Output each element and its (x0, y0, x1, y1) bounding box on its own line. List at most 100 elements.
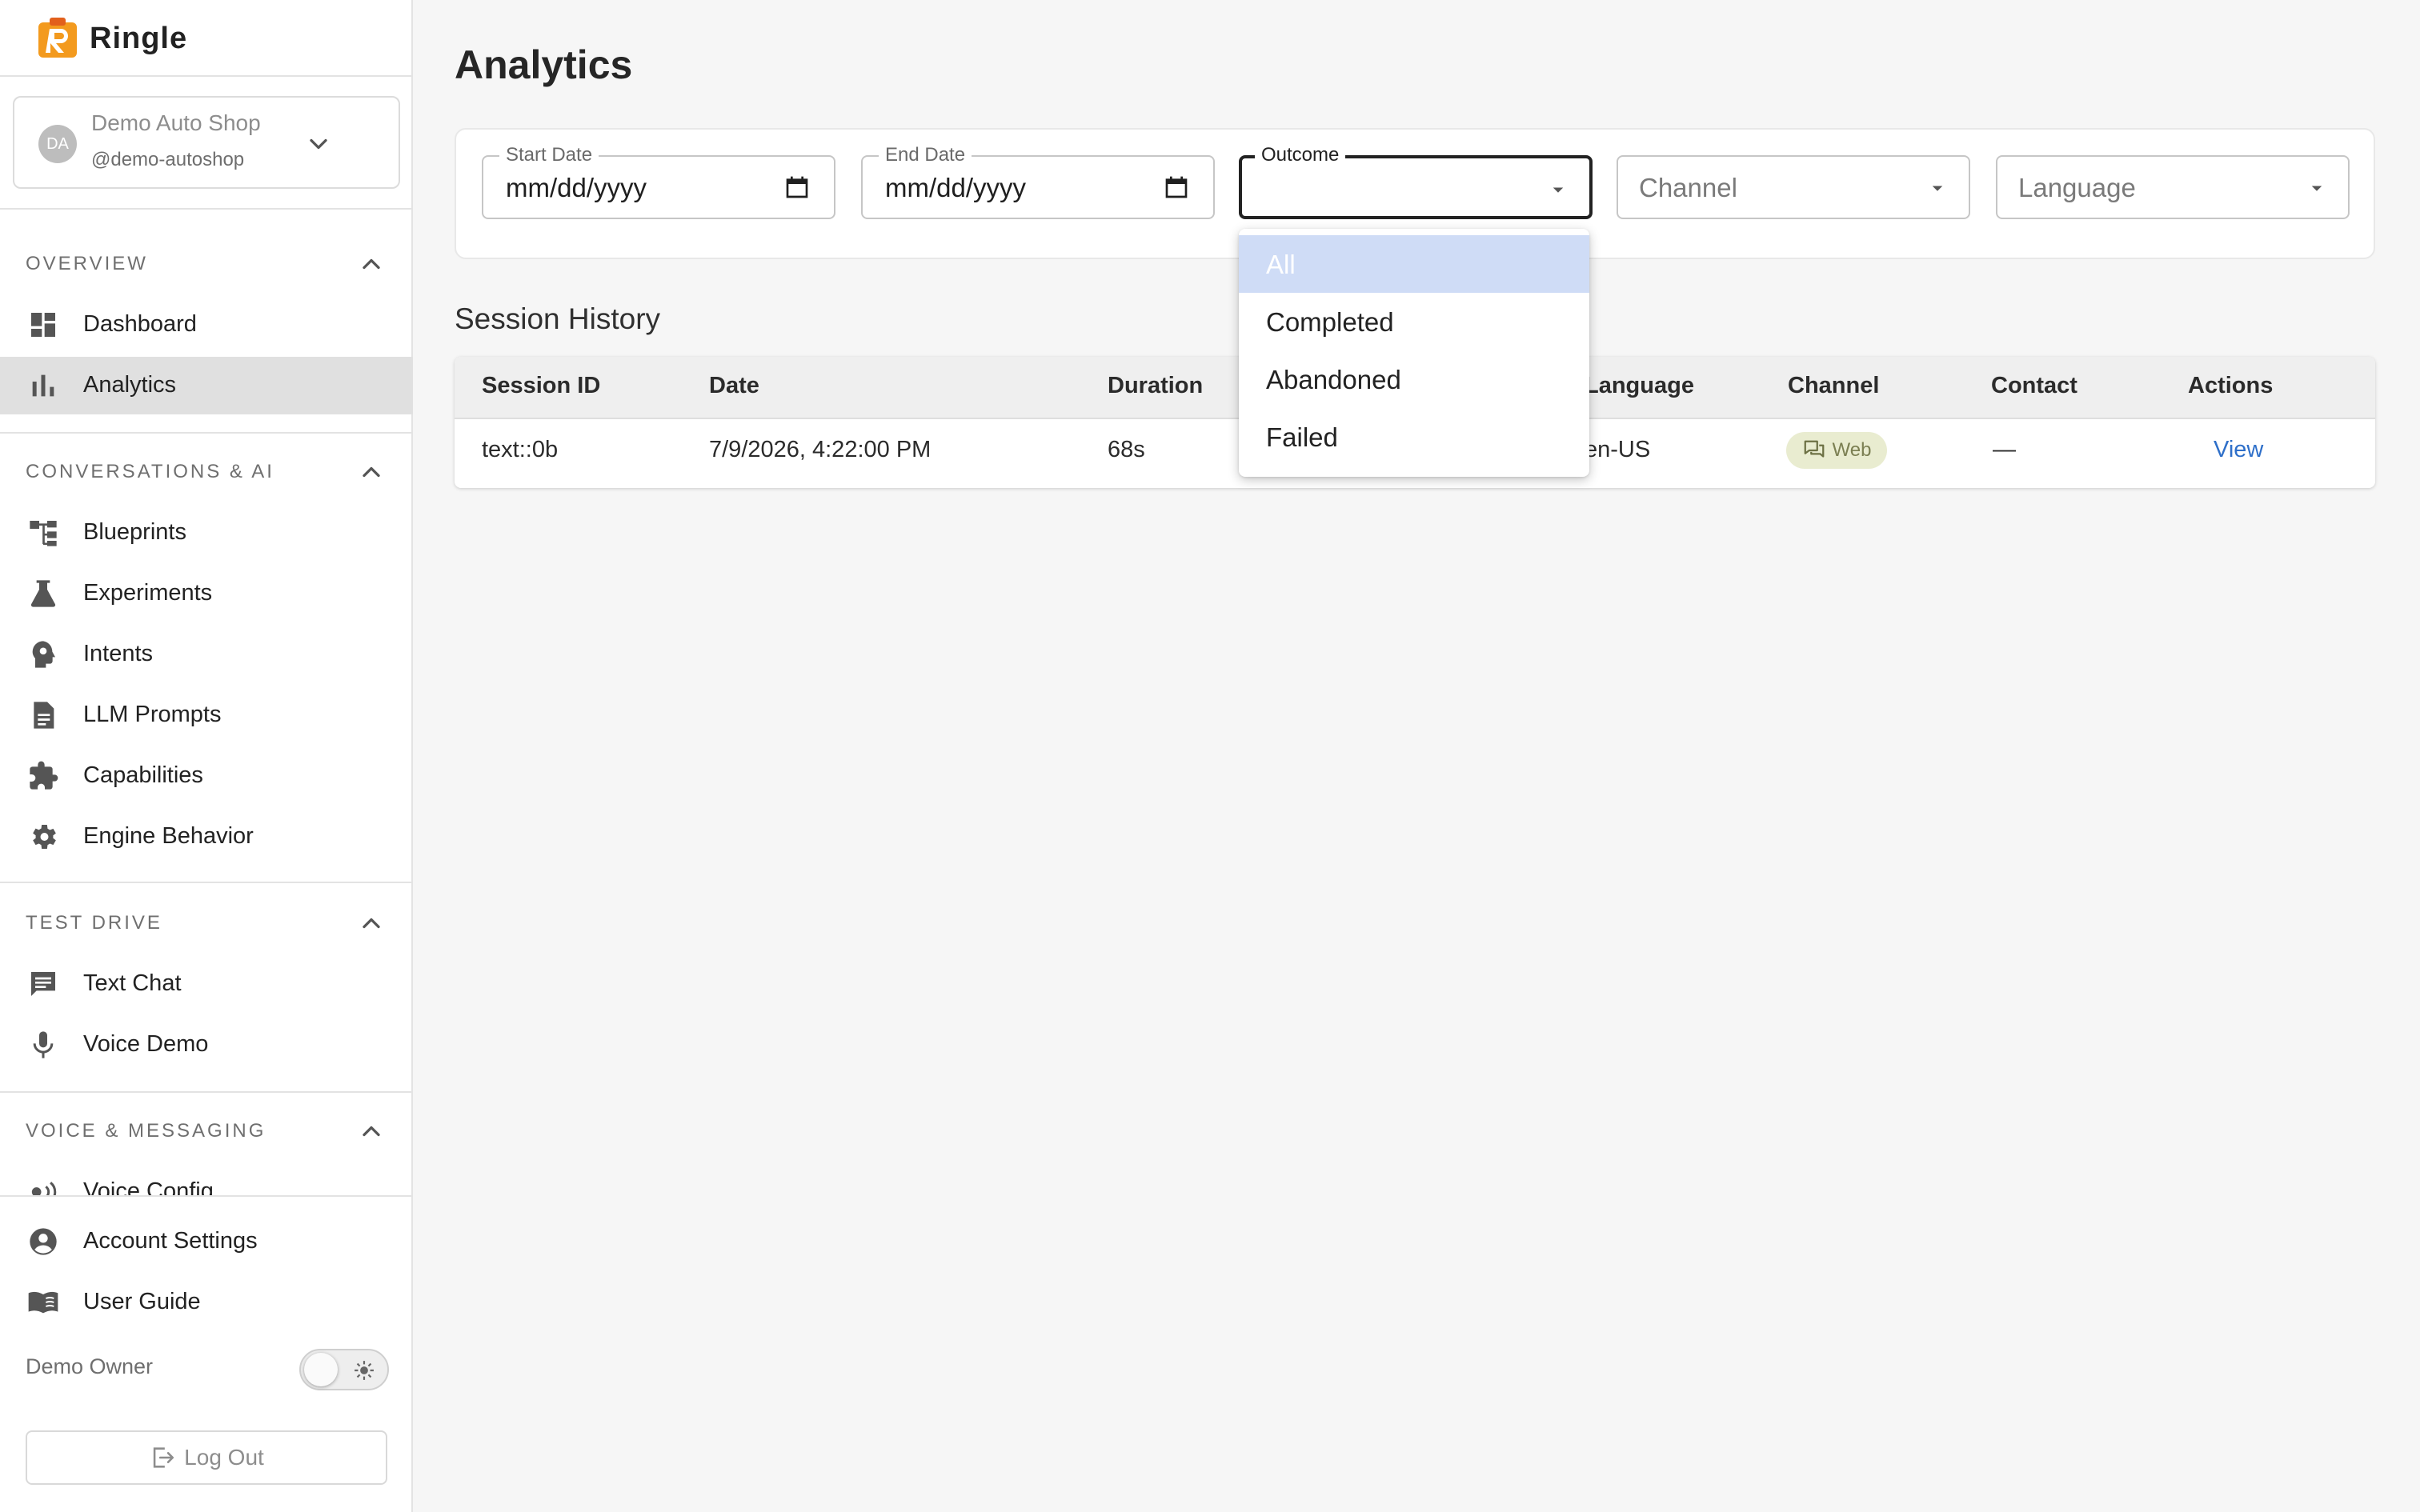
sidebar-item-experiments[interactable]: Experiments (0, 565, 413, 622)
start-date-label: Start Date (499, 144, 599, 166)
divider (0, 1091, 413, 1093)
sidebar-item-analytics[interactable]: Analytics (0, 357, 413, 414)
sidebar-item-label: Dashboard (83, 311, 197, 337)
end-date-field[interactable]: End Date mm/dd/yyyy (861, 144, 1215, 219)
theme-toggle[interactable] (299, 1349, 389, 1390)
end-date-label: End Date (879, 144, 972, 166)
session-history-title: Session History (455, 302, 661, 335)
account-settings-link[interactable]: Account Settings (0, 1213, 413, 1270)
column-header[interactable]: Session ID (482, 373, 600, 399)
channel-chip-label: Web (1832, 439, 1872, 461)
view-session-link[interactable]: View (2214, 437, 2263, 463)
gear-icon (33, 825, 56, 849)
option-label: Abandoned (1266, 365, 1401, 394)
column-header[interactable]: Date (709, 373, 759, 399)
channel-placeholder: Channel (1639, 173, 1737, 202)
calendar-icon[interactable] (784, 174, 810, 200)
sidebar-item-label: Blueprints (83, 519, 186, 545)
sidebar-item-label: Voice Demo (83, 1031, 209, 1057)
sidebar-item-capabilities[interactable]: Capabilities (0, 747, 413, 805)
sidebar-item-engine-behavior[interactable]: Engine Behavior (0, 808, 413, 866)
sidebar-item-voice-config[interactable]: Voice Config (0, 1168, 413, 1195)
chat-icon (31, 972, 55, 996)
logout-icon (153, 1447, 174, 1468)
calendar-icon[interactable] (1164, 174, 1189, 200)
psychology-head-icon (32, 641, 55, 668)
caret-down-icon (2311, 186, 2322, 191)
outcome-select[interactable]: Outcome (1239, 144, 1593, 219)
account-settings-label: Account Settings (83, 1228, 258, 1254)
outcome-option-abandoned[interactable]: Abandoned (1239, 350, 1589, 408)
sidebar-item-blueprints[interactable]: Blueprints (0, 504, 413, 562)
ringle-logo-icon (38, 18, 77, 58)
divider (0, 882, 413, 883)
owner-name: Demo Owner (26, 1354, 154, 1378)
language-placeholder: Language (2018, 173, 2136, 202)
account-circle-icon (30, 1228, 57, 1255)
logout-button[interactable]: Log Out (26, 1430, 387, 1485)
outcome-option-completed[interactable]: Completed (1239, 293, 1589, 350)
section-overview[interactable]: OVERVIEW (26, 248, 386, 280)
sidebar-item-label: Intents (83, 641, 154, 666)
voice-wave-icon (31, 1182, 57, 1195)
column-header[interactable]: Channel (1788, 373, 1879, 399)
column-header[interactable]: Language (1585, 373, 1694, 399)
sidebar-item-label: Text Chat (83, 970, 182, 996)
column-header[interactable]: Actions (2188, 373, 2273, 399)
outcome-option-failed[interactable]: Failed (1239, 408, 1589, 466)
divider (0, 75, 413, 77)
sidebar-item-label: Analytics (83, 372, 177, 398)
sidebar: Ringle DA Demo Auto Shop @demo-autoshop … (0, 0, 413, 1512)
option-label: All (1266, 250, 1296, 279)
section-conversations-ai[interactable]: CONVERSATIONS & AI (26, 456, 386, 488)
chevron-up-icon[interactable] (357, 458, 386, 486)
cell-contact: — (1993, 437, 2016, 462)
account-switcher[interactable]: DA Demo Auto Shop @demo-autoshop (13, 96, 400, 189)
chevron-up-icon[interactable] (357, 909, 386, 938)
section-label: OVERVIEW (26, 253, 148, 274)
column-header[interactable]: Duration (1108, 373, 1203, 399)
book-icon (28, 1291, 58, 1314)
sidebar-item-text-chat[interactable]: Text Chat (0, 955, 413, 1013)
sidebar-item-label: Experiments (83, 580, 213, 606)
start-date-field[interactable]: Start Date mm/dd/yyyy (482, 144, 835, 219)
sun-icon (355, 1361, 374, 1380)
column-header[interactable]: Contact (1991, 373, 2077, 399)
account-avatar: DA (38, 125, 77, 163)
option-label: Failed (1266, 422, 1338, 452)
dashboard-icon (31, 313, 55, 337)
document-icon (34, 702, 54, 729)
chevron-down-icon (310, 138, 327, 150)
start-date-value: mm/dd/yyyy (506, 173, 647, 202)
sidebar-item-label: Voice Config (83, 1178, 214, 1195)
section-label: CONVERSATIONS & AI (26, 461, 274, 482)
section-test-drive[interactable]: TEST DRIVE (26, 907, 386, 939)
chevron-up-icon[interactable] (357, 1117, 386, 1146)
brand[interactable]: Ringle (37, 14, 187, 62)
divider (0, 208, 413, 210)
account-handle: @demo-autoshop (91, 149, 245, 170)
puzzle-icon (30, 761, 58, 790)
user-guide-link[interactable]: User Guide (0, 1274, 413, 1331)
brand-name: Ringle (90, 21, 188, 55)
section-voice-messaging[interactable]: VOICE & MESSAGING (26, 1115, 386, 1147)
section-label: TEST DRIVE (26, 912, 162, 934)
microphone-icon (33, 1031, 54, 1058)
sidebar-item-intents[interactable]: Intents (0, 626, 413, 683)
caret-down-icon (1553, 187, 1564, 193)
section-label: VOICE & MESSAGING (26, 1120, 266, 1142)
language-select[interactable]: Language (1996, 155, 2350, 219)
cell-session-id: text::0b (482, 437, 559, 462)
end-date-value: mm/dd/yyyy (885, 173, 1027, 202)
page-title: Analytics (455, 42, 633, 87)
cell-duration: 68s (1108, 437, 1145, 462)
user-guide-label: User Guide (83, 1289, 201, 1314)
channel-select[interactable]: Channel (1617, 155, 1970, 219)
chevron-up-icon[interactable] (357, 250, 386, 278)
outcome-option-all[interactable]: All (1239, 235, 1589, 293)
outcome-dropdown-menu: All Completed Abandoned Failed (1239, 229, 1589, 477)
sidebar-item-voice-demo[interactable]: Voice Demo (0, 1016, 413, 1074)
sidebar-item-llm-prompts[interactable]: LLM Prompts (0, 686, 413, 744)
sidebar-item-dashboard[interactable]: Dashboard (0, 296, 413, 354)
sidebar-item-label: Engine Behavior (83, 823, 254, 849)
